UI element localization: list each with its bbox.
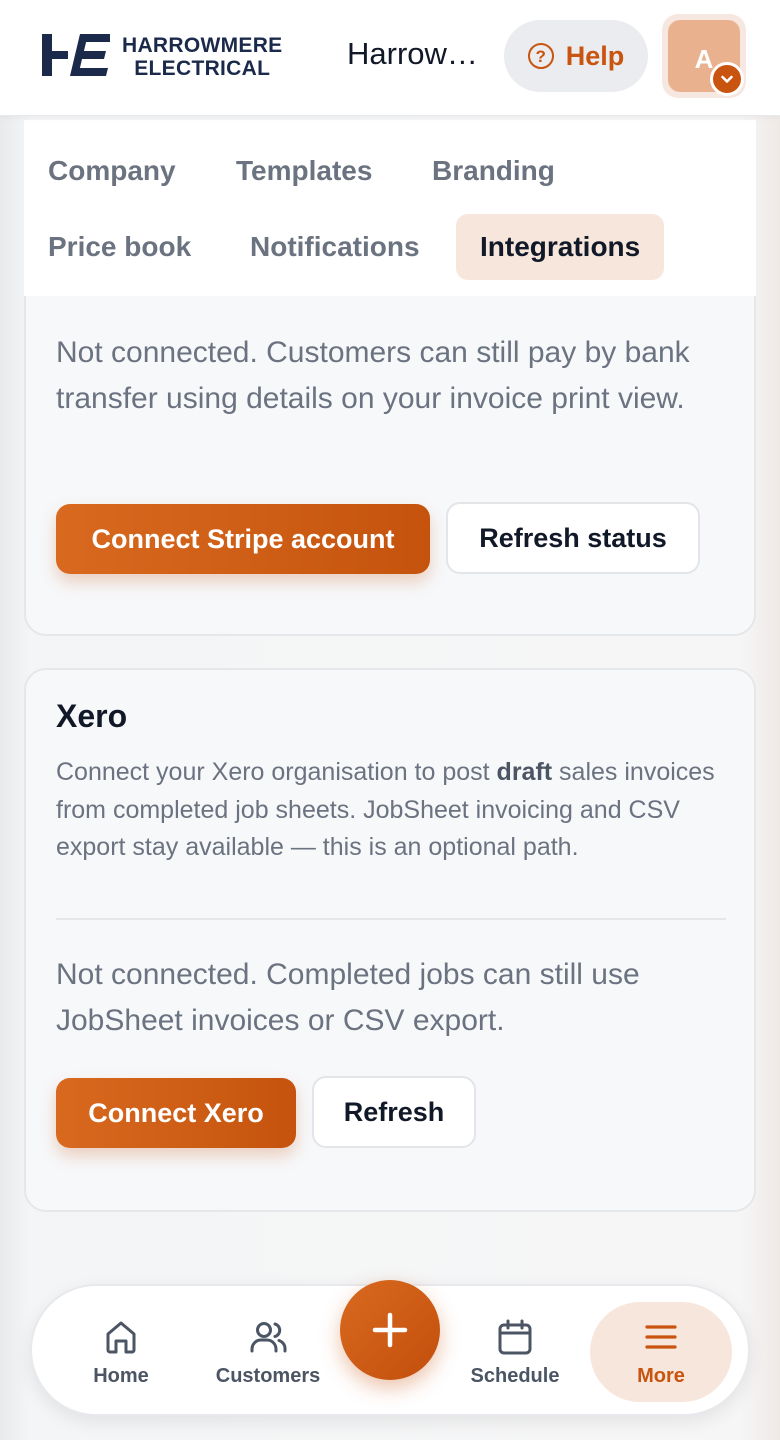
logo-line-1: HARROWMERE	[122, 34, 283, 57]
nav-more[interactable]: More	[590, 1302, 732, 1402]
connect-stripe-button[interactable]: Connect Stripe account	[56, 504, 430, 574]
add-new-button[interactable]	[340, 1280, 440, 1380]
nav-schedule-label: Schedule	[470, 1364, 560, 1387]
xero-divider	[56, 918, 726, 920]
help-question-icon: ?	[527, 43, 554, 69]
xero-desc-emphasis: draft	[496, 758, 553, 786]
xero-description: Connect your Xero organisation to post d…	[56, 754, 726, 867]
refresh-xero-button[interactable]: Refresh	[312, 1076, 476, 1148]
xero-status-text: Not connected. Completed jobs can still …	[56, 958, 640, 1037]
menu-icon	[645, 1324, 677, 1349]
nav-home-label: Home	[93, 1364, 149, 1387]
users-icon	[250, 1321, 287, 1352]
tab-company[interactable]: Company	[24, 138, 200, 204]
xero-desc-part1: Connect your Xero organisation to post	[56, 758, 497, 786]
tab-integrations[interactable]: Integrations	[456, 214, 665, 280]
help-label: Help	[565, 40, 625, 71]
xero-title: Xero	[56, 698, 128, 734]
plus-icon	[372, 1312, 408, 1348]
tab-templates[interactable]: Templates	[212, 138, 396, 204]
nav-customers[interactable]: Customers	[206, 1286, 330, 1418]
nav-more-label: More	[637, 1364, 685, 1387]
account-menu-button[interactable]: A	[662, 14, 746, 98]
settings-tabs: Company Templates Branding Price book No…	[24, 120, 756, 302]
logo-line-2: ELECTRICAL	[134, 57, 271, 80]
company-logo-text: HARROWMERE ELECTRICAL	[122, 34, 283, 80]
home-icon	[106, 1321, 136, 1353]
chevron-down-icon	[710, 62, 744, 96]
nav-home[interactable]: Home	[76, 1286, 166, 1418]
tab-notifications[interactable]: Notifications	[226, 214, 444, 280]
stripe-integration-card: Not connected. Customers can still pay b…	[24, 296, 756, 636]
app-header: HARROWMERE ELECTRICAL Harrowmere Electri…	[0, 0, 780, 116]
xero-integration-card: Xero Connect your Xero organisation to p…	[24, 668, 756, 1212]
company-logo-icon[interactable]	[40, 32, 112, 78]
nav-customers-label: Customers	[215, 1364, 321, 1387]
refresh-stripe-status-button[interactable]: Refresh status	[446, 502, 700, 574]
business-name: Harrowmere Electrical	[347, 36, 487, 71]
calendar-icon	[498, 1319, 532, 1354]
tab-branding[interactable]: Branding	[408, 138, 579, 204]
help-button[interactable]: ? Help	[504, 20, 648, 92]
nav-schedule[interactable]: Schedule	[462, 1286, 568, 1418]
connect-xero-button[interactable]: Connect Xero	[56, 1078, 296, 1148]
stripe-status-text: Not connected. Customers can still pay b…	[56, 336, 690, 415]
tab-price-book[interactable]: Price book	[24, 214, 215, 280]
